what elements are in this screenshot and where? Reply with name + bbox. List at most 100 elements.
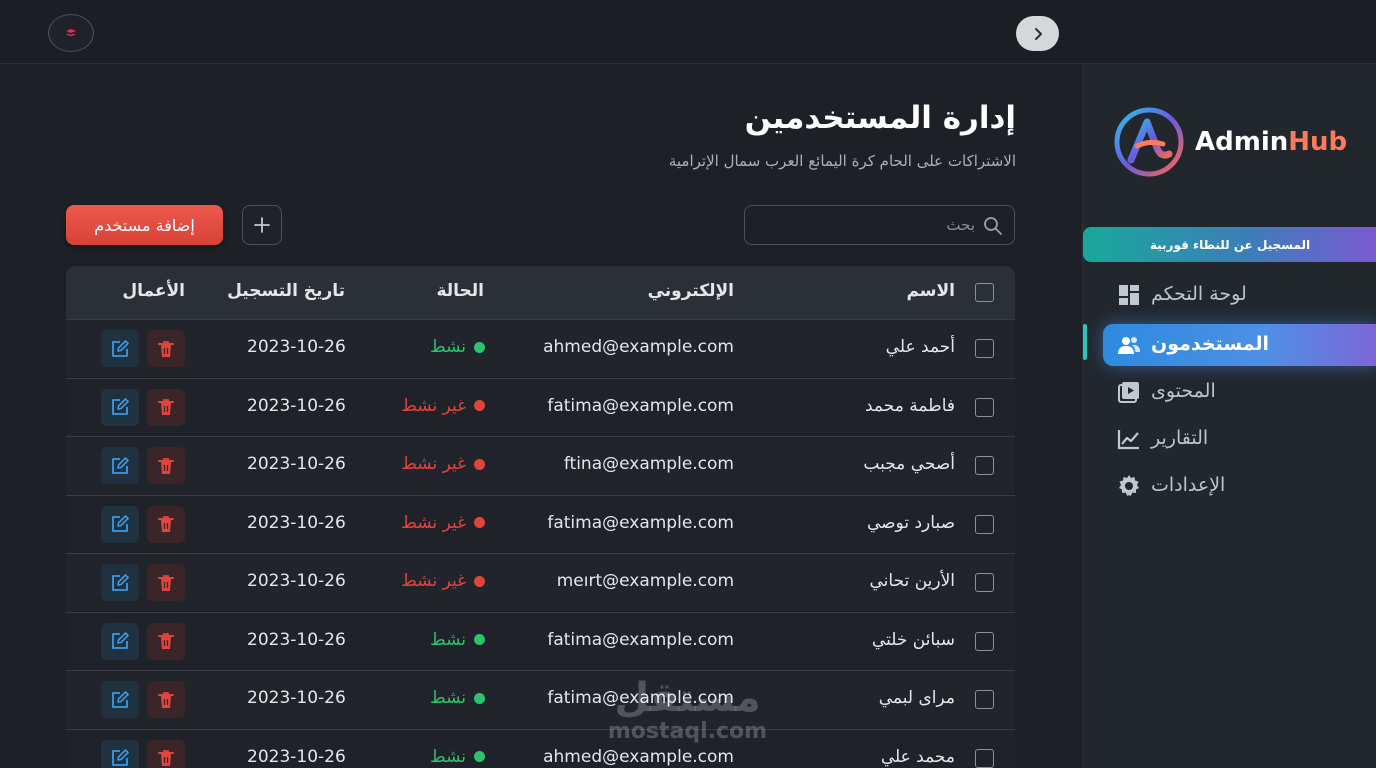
registration-date: 2023-10-26	[247, 454, 346, 474]
delete-button[interactable]	[147, 388, 185, 426]
status-badge: غير نشط	[401, 396, 485, 416]
table-row[interactable]: الأرين تحاني meırt@example.com غير نشط 2023…	[66, 553, 1015, 611]
delete-button[interactable]	[147, 622, 185, 660]
trash-icon	[158, 633, 174, 649]
reports-icon	[1117, 430, 1139, 450]
user-email: ftina@example.com	[563, 454, 734, 474]
table-row[interactable]: صبارد توصي fatima@example.com غير نشط 2023-…	[66, 494, 1015, 553]
sidebar-item-label: المستخدمون	[1151, 333, 1270, 355]
user-name: الأرين تحاني	[869, 571, 956, 591]
user-name: فاطمة محمد	[864, 395, 955, 416]
brand-logo[interactable]: AdminHub	[1113, 106, 1347, 178]
status-label: نشط	[429, 337, 466, 357]
watermark-latin: mostaql.com	[607, 719, 768, 744]
status-badge: غير نشط	[401, 513, 485, 533]
edit-button[interactable]	[101, 564, 139, 601]
delete-button[interactable]	[147, 330, 185, 367]
status-badge: نشط	[430, 630, 485, 650]
table-row[interactable]: مراى لبمي fatima@example.com نشط 2023-10-26	[66, 670, 1015, 728]
status-dot-icon	[474, 341, 485, 353]
edit-button[interactable]	[101, 739, 139, 768]
status-dot-icon	[474, 751, 485, 762]
trash-icon	[158, 691, 174, 708]
status-dot-icon	[474, 634, 485, 645]
delete-button[interactable]	[147, 564, 185, 601]
sidebar-item-content[interactable]: المحتوى	[1103, 371, 1376, 413]
chevron-right-icon	[1034, 27, 1042, 40]
table-header: الاسم الإلكتروني الحالة تاريخ التسجيل ال…	[66, 266, 1015, 319]
brand-name-hub: Hub	[1288, 127, 1348, 157]
trash-icon	[158, 457, 174, 474]
sidebar-item-label: الإعدادات	[1151, 474, 1226, 496]
registration-date: 2023-10-26	[247, 512, 346, 533]
row-checkbox[interactable]	[975, 397, 994, 417]
users-icon	[1118, 337, 1140, 354]
column-header-date: تاريخ التسجيل	[227, 281, 345, 301]
dashboard-icon	[1119, 285, 1139, 305]
status-dot-icon	[474, 575, 485, 587]
content-icon	[1118, 382, 1139, 403]
table-row[interactable]: أصحي مجبب ftina@example.com غير نشط 2023-10…	[66, 436, 1015, 494]
delete-button[interactable]	[147, 505, 185, 543]
edit-icon	[112, 398, 129, 415]
users-table: الاسم الإلكتروني الحالة تاريخ التسجيل ال…	[66, 266, 1015, 768]
status-dot-icon	[474, 517, 485, 528]
status-dot-icon	[474, 458, 485, 470]
delete-button[interactable]	[147, 447, 185, 484]
table-row[interactable]: أحمد علي ahmed@example.com نشط 2023-10-26	[66, 319, 1015, 377]
user-name: أصحي مجبب	[863, 454, 955, 474]
user-email: ahmed@example.com	[543, 337, 734, 357]
edit-button[interactable]	[101, 505, 139, 543]
user-name: سبائن خلتي	[871, 629, 955, 650]
user-email: meırt@example.com	[556, 571, 734, 591]
column-header-email: الإلكتروني	[647, 281, 734, 301]
column-header-name: الاسم	[906, 281, 955, 301]
edit-icon	[112, 339, 129, 357]
user-email: fatima@example.com	[547, 395, 734, 416]
sidebar-item-users[interactable]: المستخدمون	[1103, 324, 1376, 366]
select-all-checkbox[interactable]	[975, 283, 994, 302]
menu-icon	[66, 29, 76, 37]
row-checkbox[interactable]	[975, 690, 994, 709]
edit-button[interactable]	[101, 447, 139, 484]
row-checkbox[interactable]	[975, 339, 994, 358]
user-name: أحمد علي	[885, 337, 955, 357]
edit-button[interactable]	[101, 622, 139, 660]
search-box[interactable]	[744, 205, 1015, 245]
sidebar: AdminHub المسجيل عن للنطاء قوربية لوحة ا…	[1082, 64, 1376, 768]
status-badge: نشط	[430, 747, 485, 767]
row-checkbox[interactable]	[975, 748, 994, 768]
user-name: محمد علي	[880, 746, 955, 767]
brand-name-admin: Admin	[1195, 127, 1289, 157]
sidebar-item-settings[interactable]: الإعدادات	[1103, 465, 1376, 507]
edit-button[interactable]	[101, 330, 139, 367]
row-checkbox[interactable]	[975, 573, 994, 592]
table-row[interactable]: سبائن خلتي fatima@example.com نشط 2023-10-2…	[66, 611, 1015, 670]
table-row[interactable]: فاطمة محمد fatima@example.com غير نشط 2023-…	[66, 377, 1015, 436]
column-header-actions: الأعمال	[122, 281, 185, 301]
add-user-button[interactable]: إضافة مستخدم	[66, 205, 223, 245]
search-input[interactable]	[755, 212, 975, 238]
row-checkbox[interactable]	[975, 631, 994, 651]
trash-icon	[158, 750, 174, 766]
brand-name: AdminHub	[1195, 127, 1347, 157]
collapse-sidebar-button[interactable]	[1016, 16, 1059, 51]
delete-button[interactable]	[147, 739, 185, 768]
adminhub-logo-icon	[1114, 107, 1184, 177]
edit-button[interactable]	[101, 681, 139, 718]
sidebar-item-dashboard[interactable]: لوحة التحكم	[1103, 274, 1376, 316]
promo-banner[interactable]: المسجيل عن للنطاء قوربية	[1083, 227, 1376, 262]
delete-button[interactable]	[147, 681, 185, 718]
page-title: إدارة المستخدمين	[744, 100, 1016, 136]
add-button[interactable]	[242, 205, 282, 245]
watermark-arabic: مستقل	[614, 675, 761, 721]
table-row[interactable]: محمد علي ahmed@example.com نشط 2023-10-26	[66, 728, 1015, 768]
row-checkbox[interactable]	[975, 456, 994, 475]
registration-date: 2023-10-26	[247, 746, 346, 767]
sidebar-item-reports[interactable]: التقارير	[1103, 418, 1376, 460]
row-checkbox[interactable]	[975, 514, 994, 534]
user-avatar-button[interactable]	[48, 14, 94, 52]
edit-button[interactable]	[101, 388, 139, 426]
search-icon	[984, 217, 1002, 235]
page-subtitle: الاشتراكات على الحام كرة اليمائع العرب س…	[668, 152, 1016, 170]
